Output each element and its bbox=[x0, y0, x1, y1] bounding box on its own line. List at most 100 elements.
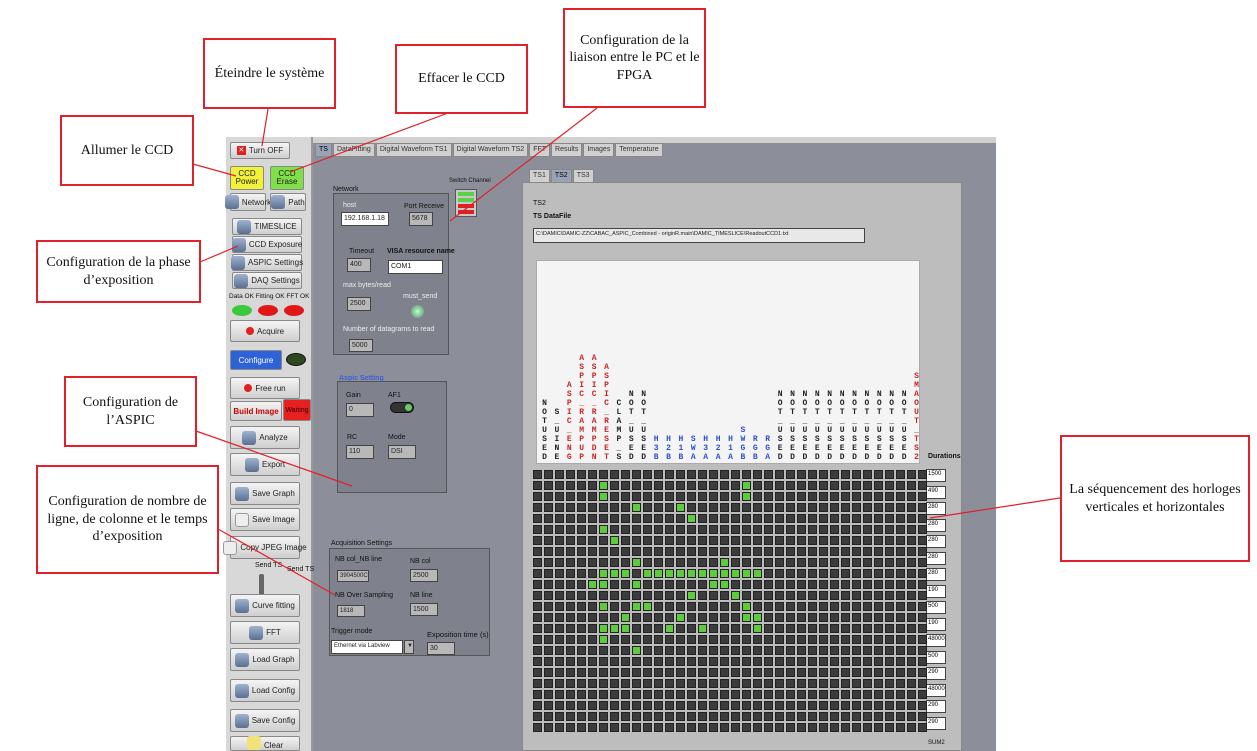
sequence-cell[interactable] bbox=[621, 723, 630, 732]
sequence-cell[interactable] bbox=[863, 668, 872, 677]
sequence-cell[interactable] bbox=[775, 635, 784, 644]
sequence-cell[interactable] bbox=[555, 668, 564, 677]
sequence-cell[interactable] bbox=[577, 635, 586, 644]
sequence-cell[interactable] bbox=[676, 547, 685, 556]
sequence-cell[interactable] bbox=[863, 481, 872, 490]
sequence-cell[interactable] bbox=[841, 646, 850, 655]
sequence-cell[interactable] bbox=[885, 602, 894, 611]
sequence-cell[interactable] bbox=[632, 635, 641, 644]
sequence-cell[interactable] bbox=[709, 690, 718, 699]
sequence-cell[interactable] bbox=[533, 657, 542, 666]
sequence-cell[interactable] bbox=[874, 679, 883, 688]
sequence-cell[interactable] bbox=[907, 690, 916, 699]
sequence-cell[interactable] bbox=[830, 470, 839, 479]
sequence-cell[interactable] bbox=[918, 470, 927, 479]
sequence-cell[interactable] bbox=[808, 536, 817, 545]
sequence-cell[interactable] bbox=[654, 514, 663, 523]
sequence-cell[interactable] bbox=[907, 514, 916, 523]
sequence-cell[interactable] bbox=[885, 558, 894, 567]
sequence-cell[interactable] bbox=[720, 569, 729, 578]
sequence-cell[interactable] bbox=[610, 591, 619, 600]
sequence-cell[interactable] bbox=[555, 503, 564, 512]
sequence-cell[interactable] bbox=[610, 657, 619, 666]
sequence-cell[interactable] bbox=[687, 470, 696, 479]
sequence-cell[interactable] bbox=[885, 492, 894, 501]
sequence-cell[interactable] bbox=[830, 547, 839, 556]
sequence-cell[interactable] bbox=[632, 492, 641, 501]
sequence-cell[interactable] bbox=[742, 712, 751, 721]
sequence-cell[interactable] bbox=[896, 723, 905, 732]
sequence-cell[interactable] bbox=[731, 481, 740, 490]
free-run-button[interactable]: Free run bbox=[230, 377, 300, 399]
sequence-cell[interactable] bbox=[720, 558, 729, 567]
sequence-cell[interactable] bbox=[687, 547, 696, 556]
sequence-cell[interactable] bbox=[632, 525, 641, 534]
sequence-cell[interactable] bbox=[731, 723, 740, 732]
sequence-cell[interactable] bbox=[709, 514, 718, 523]
sequence-cell[interactable] bbox=[643, 514, 652, 523]
sequence-cell[interactable] bbox=[742, 624, 751, 633]
sequence-cell[interactable] bbox=[731, 492, 740, 501]
sequence-cell[interactable] bbox=[654, 481, 663, 490]
sequence-cell[interactable] bbox=[896, 635, 905, 644]
sequence-cell[interactable] bbox=[896, 536, 905, 545]
sequence-cell[interactable] bbox=[797, 591, 806, 600]
sequence-cell[interactable] bbox=[632, 569, 641, 578]
sequence-cell[interactable] bbox=[907, 602, 916, 611]
sequence-cell[interactable] bbox=[819, 701, 828, 710]
sequence-cell[interactable] bbox=[885, 635, 894, 644]
sequence-cell[interactable] bbox=[731, 668, 740, 677]
sequence-cell[interactable] bbox=[819, 602, 828, 611]
sequence-cell[interactable] bbox=[643, 503, 652, 512]
sequence-cell[interactable] bbox=[874, 547, 883, 556]
sequence-cell[interactable] bbox=[907, 712, 916, 721]
sequence-cell[interactable] bbox=[808, 668, 817, 677]
sequence-cell[interactable] bbox=[665, 712, 674, 721]
sequence-cell[interactable] bbox=[588, 569, 597, 578]
sequence-cell[interactable] bbox=[566, 635, 575, 644]
sequence-cell[interactable] bbox=[918, 481, 927, 490]
sequence-cell[interactable] bbox=[819, 492, 828, 501]
sequence-cell[interactable] bbox=[665, 470, 674, 479]
sequence-cell[interactable] bbox=[555, 470, 564, 479]
sequence-cell[interactable] bbox=[577, 569, 586, 578]
sequence-cell[interactable] bbox=[841, 470, 850, 479]
sequence-cell[interactable] bbox=[610, 558, 619, 567]
sequence-cell[interactable] bbox=[819, 481, 828, 490]
sequence-cell[interactable] bbox=[874, 514, 883, 523]
sequence-cell[interactable] bbox=[841, 481, 850, 490]
sequence-cell[interactable] bbox=[731, 580, 740, 589]
sequence-cell[interactable] bbox=[566, 624, 575, 633]
switch-channel-control[interactable] bbox=[455, 189, 477, 217]
sequence-cell[interactable] bbox=[819, 624, 828, 633]
sequence-cell[interactable] bbox=[852, 723, 861, 732]
sequence-cell[interactable] bbox=[863, 558, 872, 567]
sequence-cell[interactable] bbox=[742, 514, 751, 523]
sequence-cell[interactable] bbox=[863, 492, 872, 501]
sequence-cell[interactable] bbox=[896, 712, 905, 721]
sequence-cell[interactable] bbox=[533, 646, 542, 655]
sequence-cell[interactable] bbox=[885, 646, 894, 655]
sequence-cell[interactable] bbox=[918, 690, 927, 699]
sequence-cell[interactable] bbox=[764, 514, 773, 523]
sequence-cell[interactable] bbox=[654, 690, 663, 699]
sequence-cell[interactable] bbox=[555, 525, 564, 534]
sequence-cell[interactable] bbox=[698, 701, 707, 710]
sequence-cell[interactable] bbox=[819, 470, 828, 479]
sequence-cell[interactable] bbox=[599, 569, 608, 578]
sequence-cell[interactable] bbox=[698, 602, 707, 611]
sequence-cell[interactable] bbox=[555, 613, 564, 622]
sequence-cell[interactable] bbox=[566, 514, 575, 523]
sequence-cell[interactable] bbox=[577, 536, 586, 545]
sequence-cell[interactable] bbox=[808, 657, 817, 666]
sequence-cell[interactable] bbox=[786, 690, 795, 699]
sequence-cell[interactable] bbox=[698, 481, 707, 490]
sequence-cell[interactable] bbox=[544, 668, 553, 677]
sequence-cell[interactable] bbox=[687, 569, 696, 578]
sequence-cell[interactable] bbox=[786, 536, 795, 545]
sequence-cell[interactable] bbox=[555, 690, 564, 699]
sequence-cell[interactable] bbox=[610, 646, 619, 655]
sequence-cell[interactable] bbox=[885, 679, 894, 688]
sequence-cell[interactable] bbox=[907, 492, 916, 501]
sequence-cell[interactable] bbox=[676, 591, 685, 600]
